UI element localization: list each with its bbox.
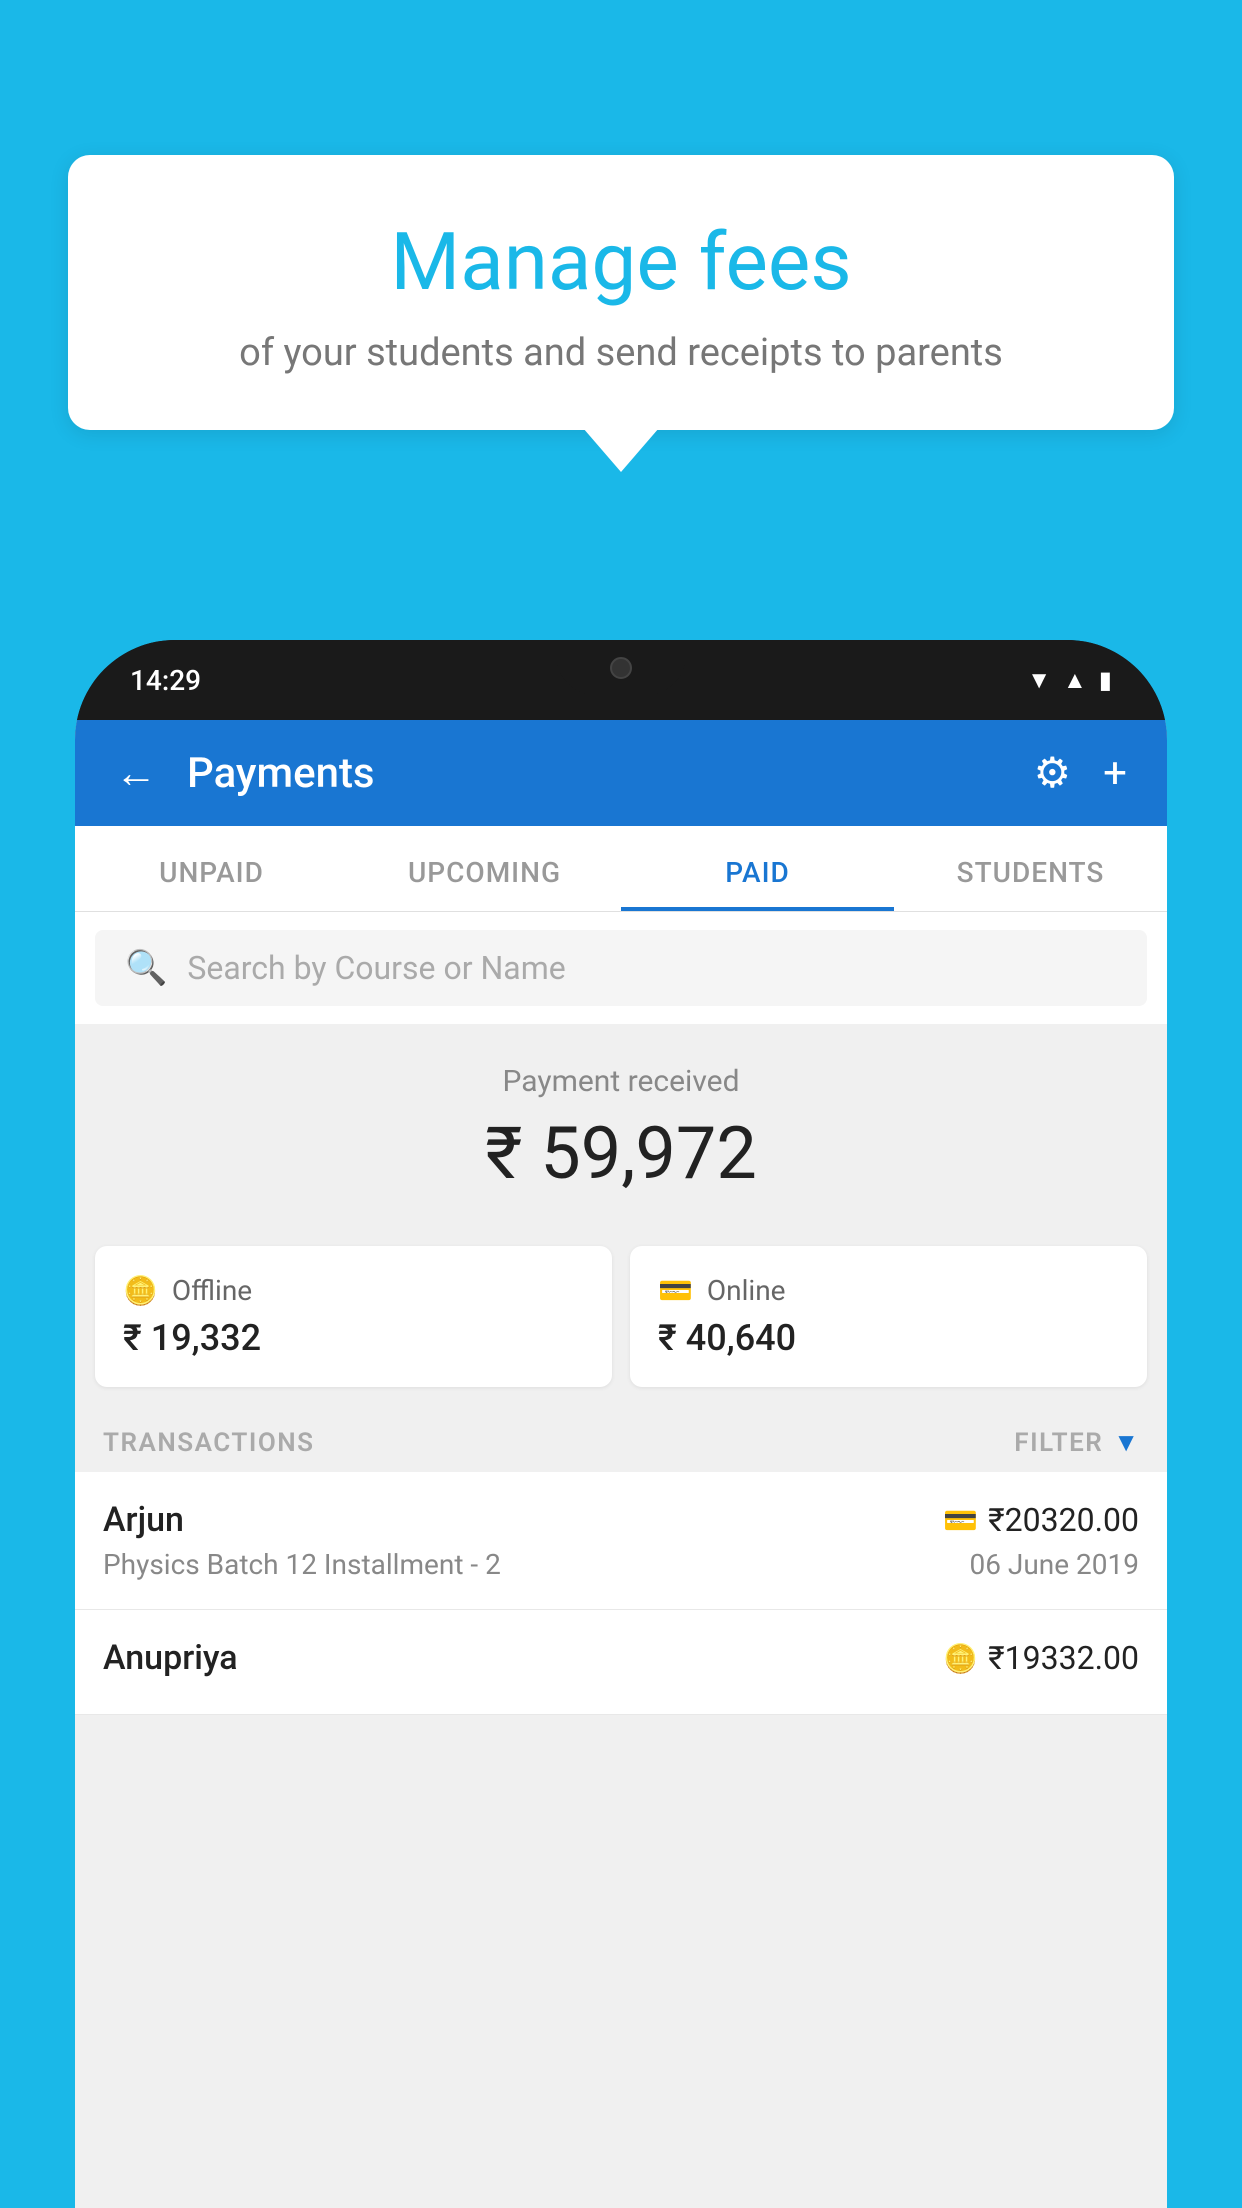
card-top-row-offline: 🪙 Offline [123,1274,584,1307]
transaction-amount-arjun: ₹20320.00 [988,1501,1139,1539]
header-left: ← Payments [115,749,375,798]
phone-time: 14:29 [130,664,201,697]
phone-notch [556,640,686,695]
search-icon: 🔍 [125,948,167,988]
tab-unpaid[interactable]: UNPAID [75,826,348,911]
back-button[interactable]: ← [115,749,157,798]
settings-icon[interactable]: ⚙ [1034,748,1072,798]
payment-cards-row: 🪙 Offline ₹ 19,332 💳 Online ₹ 40,640 [75,1226,1167,1407]
transaction-top-anupriya: Anupriya 🪙 ₹19332.00 [103,1638,1139,1678]
speech-bubble: Manage fees of your students and send re… [68,155,1174,430]
header-right: ⚙ + [1034,748,1128,798]
phone-screen: ← Payments ⚙ + UNPAID UPCOMING PAID STUD… [75,720,1167,2208]
battery-icon: ▮ [1099,666,1112,694]
speech-bubble-container: Manage fees of your students and send re… [68,155,1174,430]
search-bar[interactable]: 🔍 Search by Course or Name [95,930,1147,1006]
transaction-bottom-arjun: Physics Batch 12 Installment - 2 06 June… [103,1548,1139,1581]
online-payment-card: 💳 Online ₹ 40,640 [630,1246,1147,1387]
payment-type-icon-arjun: 💳 [943,1504,978,1537]
transaction-course-arjun: Physics Batch 12 Installment - 2 [103,1548,501,1581]
status-bar: 14:29 ▼ ▲ ▮ [75,640,1167,720]
online-amount: ₹ 40,640 [658,1317,1119,1359]
add-icon[interactable]: + [1103,749,1127,798]
transaction-date-arjun: 06 June 2019 [969,1548,1139,1581]
online-label: Online [707,1274,786,1307]
search-placeholder-text: Search by Course or Name [187,949,565,987]
phone-frame: 14:29 ▼ ▲ ▮ ← Payments ⚙ + UNPAID UPCOMI… [75,640,1167,2208]
status-icons: ▼ ▲ ▮ [1027,666,1112,695]
offline-amount: ₹ 19,332 [123,1317,584,1359]
payment-received-amount: ₹ 59,972 [95,1111,1147,1196]
payment-received-section: Payment received ₹ 59,972 [75,1024,1167,1226]
transaction-amount-anupriya: ₹19332.00 [988,1639,1139,1677]
search-bar-container: 🔍 Search by Course or Name [75,912,1167,1024]
transactions-label: TRANSACTIONS [103,1428,315,1458]
payment-type-icon-anupriya: 🪙 [943,1642,978,1675]
offline-label: Offline [172,1274,252,1307]
transaction-name-anupriya: Anupriya [103,1638,238,1678]
online-icon: 💳 [658,1274,693,1307]
offline-icon: 🪙 [123,1274,158,1307]
filter-label: FILTER [1014,1428,1103,1458]
tab-upcoming[interactable]: UPCOMING [348,826,621,911]
transaction-name-arjun: Arjun [103,1500,184,1540]
wifi-icon: ▼ [1027,666,1051,695]
transaction-top-arjun: Arjun 💳 ₹20320.00 [103,1500,1139,1540]
payment-received-label: Payment received [95,1064,1147,1099]
tab-paid[interactable]: PAID [621,826,894,911]
tabs-bar: UNPAID UPCOMING PAID STUDENTS [75,826,1167,912]
offline-payment-card: 🪙 Offline ₹ 19,332 [95,1246,612,1387]
signal-icon: ▲ [1063,666,1087,695]
table-row[interactable]: Arjun 💳 ₹20320.00 Physics Batch 12 Insta… [75,1472,1167,1610]
manage-fees-title: Manage fees [128,215,1114,309]
card-top-row-online: 💳 Online [658,1274,1119,1307]
tab-students[interactable]: STUDENTS [894,826,1167,911]
transaction-amount-row-arjun: 💳 ₹20320.00 [943,1501,1139,1539]
manage-fees-subtitle: of your students and send receipts to pa… [128,331,1114,375]
filter-area[interactable]: FILTER ▼ [1014,1427,1139,1458]
phone-camera [610,657,632,679]
app-header: ← Payments ⚙ + [75,720,1167,826]
filter-icon: ▼ [1113,1427,1139,1458]
header-title: Payments [187,749,375,798]
table-row[interactable]: Anupriya 🪙 ₹19332.00 [75,1610,1167,1715]
transactions-header: TRANSACTIONS FILTER ▼ [75,1407,1167,1472]
transaction-amount-row-anupriya: 🪙 ₹19332.00 [943,1639,1139,1677]
